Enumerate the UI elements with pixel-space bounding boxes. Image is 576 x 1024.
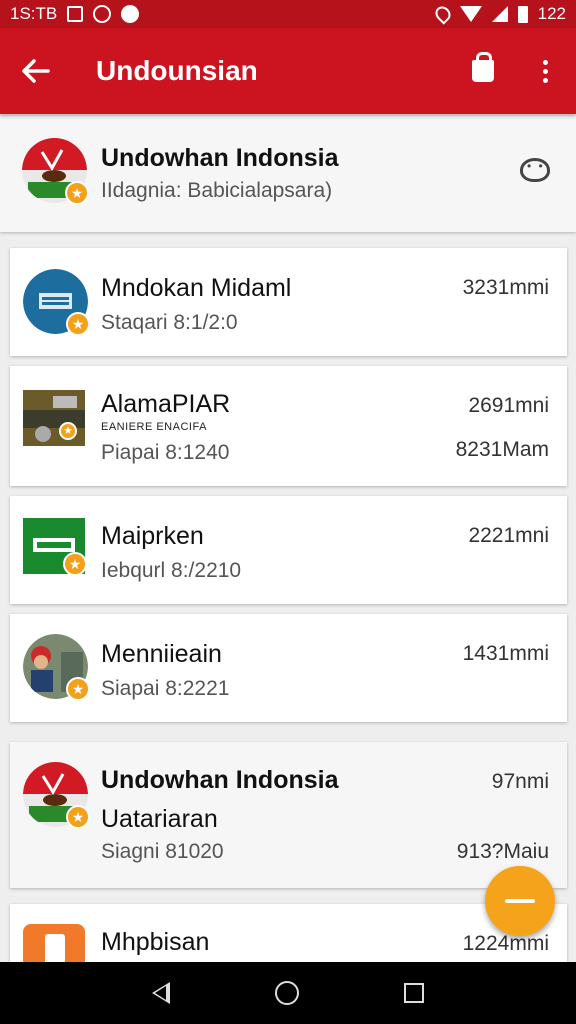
info-icon: [121, 5, 140, 23]
item-distance: 3231mmi: [462, 276, 549, 299]
header-card[interactable]: ★ Undowhan Indonsia IIdagnia: Babicialap…: [0, 116, 576, 232]
star-icon: ★: [66, 677, 90, 701]
list-item[interactable]: ★ AlamaPIAR EANIERE ENACIFA Piapai 8:124…: [10, 366, 567, 486]
page-title: Undounsian: [96, 55, 258, 86]
header-subtitle: IIdagnia: Babicialapsara): [101, 179, 333, 202]
item-subtitle: Siagni 81020: [101, 840, 224, 863]
nav-back-icon[interactable]: [152, 982, 171, 1004]
list-item[interactable]: ★ Undowhan Indonsia Uatariaran Siagni 81…: [10, 742, 567, 888]
chat-icon[interactable]: [520, 158, 550, 182]
nav-recents-icon[interactable]: [403, 983, 424, 1003]
item-distance: 97nmi: [491, 770, 549, 793]
star-icon: ★: [66, 805, 90, 829]
avatar: ★: [23, 269, 90, 336]
star-icon: ★: [66, 312, 90, 336]
item-subtitle: Siapai 8:2221: [101, 677, 230, 700]
location-icon: [432, 3, 454, 25]
back-button[interactable]: [0, 28, 72, 114]
arrow-left-icon: [22, 59, 50, 83]
star-icon: ★: [65, 181, 89, 205]
item-subtitle: Iebqurl 8:/2210: [101, 559, 242, 582]
item-name: Mndokan Midaml: [101, 274, 292, 302]
item-extra: Uatariaran: [101, 805, 218, 833]
status-bar: 1S:TB 122: [0, 0, 576, 28]
logo-avatar: ★: [22, 138, 89, 205]
signal-icon: [491, 6, 508, 22]
header-name: Undowhan Indonsia: [101, 144, 339, 172]
overflow-menu-button[interactable]: [514, 28, 576, 114]
battery-icon: [517, 5, 528, 23]
list-item[interactable]: ★ Maiprken Iebqurl 8:/2210 2221mni: [10, 496, 567, 604]
cart-button[interactable]: [452, 28, 514, 114]
item-name: Maiprken: [101, 522, 204, 550]
wifi-icon: [459, 6, 482, 22]
item-extra: EANIERE ENACIFA: [101, 421, 207, 433]
item-distance: 2691mni: [468, 394, 549, 417]
item-subtitle: Piapai 8:1240: [101, 441, 230, 464]
item-distance: 2221mni: [468, 524, 549, 547]
shopping-bag-icon: [472, 52, 494, 82]
item-name: AlamaPIAR: [101, 390, 231, 418]
list-item[interactable]: ★ Menniieain Siapai 8:2221 1431mmi: [10, 614, 567, 722]
system-nav-bar: [0, 962, 576, 1024]
star-icon: ★: [63, 552, 87, 576]
nav-home-icon[interactable]: [274, 981, 299, 1005]
notification-icon: [67, 6, 84, 22]
battery-level: 122: [537, 4, 566, 23]
avatar: ★: [23, 390, 85, 446]
item-subtitle: Staqari 8:1/2:0: [101, 311, 238, 334]
app-bar: Undounsian: [0, 28, 576, 114]
item-name: Mhpbisan: [101, 928, 210, 956]
list-item[interactable]: ★ Mndokan Midaml Staqari 8:1/2:0 3231mmi: [10, 248, 567, 356]
logo-avatar: ★: [23, 762, 90, 829]
status-time: 1S:TB: [10, 4, 58, 23]
avatar: ★: [23, 634, 90, 701]
item-name: Menniieain: [101, 640, 222, 668]
more-vert-icon: [542, 59, 548, 83]
sync-icon: [93, 5, 112, 23]
item-distance: 1224mmi: [462, 932, 549, 955]
item-name: Undowhan Indonsia: [101, 766, 339, 794]
star-icon: ★: [59, 422, 77, 440]
avatar: ★: [23, 518, 87, 576]
item-distance-secondary: 8231Mam: [455, 438, 549, 461]
minus-icon: [505, 899, 535, 903]
item-distance-secondary: 913?Maiu: [456, 840, 549, 863]
item-distance: 1431mmi: [462, 642, 549, 665]
floating-action-button[interactable]: [485, 866, 555, 936]
